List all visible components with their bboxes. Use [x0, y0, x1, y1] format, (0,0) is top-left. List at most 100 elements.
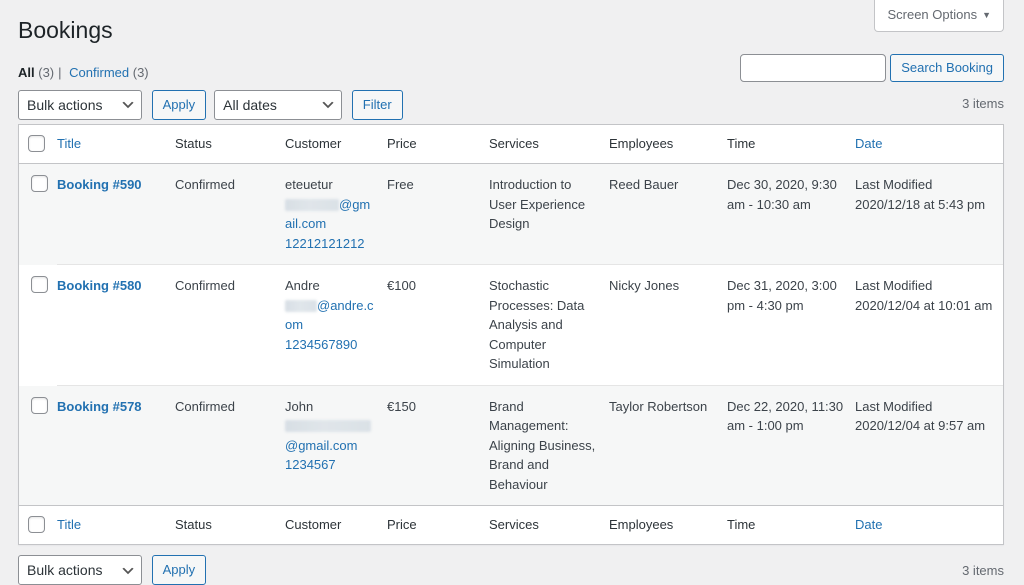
chevron-down-icon: ▼	[982, 10, 991, 20]
view-confirmed-link[interactable]: Confirmed	[69, 65, 129, 80]
date-label: Last Modified	[855, 278, 932, 293]
column-footer-title[interactable]: Title	[57, 505, 175, 544]
customer-email[interactable]: @andre.com	[285, 296, 377, 335]
row-checkbox[interactable]	[31, 175, 48, 192]
cell-status: Confirmed	[175, 164, 285, 265]
column-footer-time: Time	[727, 505, 855, 544]
table-row[interactable]: Booking #578 Confirmed John @gmail.com 1…	[19, 386, 1003, 506]
customer-name: eteuetur	[285, 175, 377, 195]
customer-name: John	[285, 397, 377, 417]
booking-title-link[interactable]: Booking #578	[57, 399, 142, 414]
redacted-text	[285, 420, 371, 432]
cell-time: Dec 30, 2020, 9:30 am - 10:30 am	[727, 164, 855, 265]
select-all-header	[19, 125, 57, 164]
booking-title-link[interactable]: Booking #590	[57, 177, 142, 192]
column-header-title-link[interactable]: Title	[57, 136, 81, 151]
cell-title: Booking #580	[57, 265, 175, 386]
cell-employees: Nicky Jones	[609, 265, 727, 386]
table-row[interactable]: Booking #580 Confirmed Andre @andre.com …	[19, 265, 1003, 386]
row-checkbox[interactable]	[31, 397, 48, 414]
bulk-actions-bottom: Bulk actions Apply	[18, 555, 214, 585]
cell-services: Brand Management: Aligning Business, Bra…	[489, 386, 609, 506]
views-separator: |	[54, 65, 65, 80]
cell-time: Dec 31, 2020, 3:00 pm - 4:30 pm	[727, 265, 855, 386]
items-count-bottom: 3 items	[962, 563, 1004, 578]
cell-customer: John @gmail.com 1234567	[285, 386, 387, 506]
cell-date: Last Modified 2020/12/04 at 9:57 am	[855, 386, 1003, 506]
column-header-date[interactable]: Date	[855, 125, 1003, 164]
column-header-customer: Customer	[285, 125, 387, 164]
column-footer-employees: Employees	[609, 505, 727, 544]
filter-button[interactable]: Filter	[352, 90, 403, 120]
table-foot: Title Status Customer Price Services Emp…	[19, 505, 1003, 544]
cell-status: Confirmed	[175, 386, 285, 506]
table-head: Title Status Customer Price Services Emp…	[19, 125, 1003, 164]
bookings-table: Title Status Customer Price Services Emp…	[18, 124, 1004, 545]
column-header-services: Services	[489, 125, 609, 164]
row-select-cell	[19, 265, 57, 386]
table-row[interactable]: Booking #590 Confirmed eteuetur @gmail.c…	[19, 164, 1003, 265]
bulk-actions-select-top[interactable]: Bulk actions	[18, 90, 142, 120]
tablenav-top: Bulk actions Apply All dates Filter 3 it…	[18, 90, 1004, 120]
view-all-count: (3)	[38, 65, 54, 80]
tablenav-bottom: Bulk actions Apply 3 items	[18, 555, 1004, 585]
screen-options-label: Screen Options	[887, 7, 977, 22]
views-and-search-row: All (3)| Confirmed (3) Search Booking	[18, 52, 1004, 82]
cell-customer: eteuetur @gmail.com 12212121212	[285, 164, 387, 265]
customer-email[interactable]: @gmail.com	[285, 195, 377, 234]
column-footer-services: Services	[489, 505, 609, 544]
column-header-title[interactable]: Title	[57, 125, 175, 164]
redacted-text	[285, 199, 339, 211]
customer-phone[interactable]: 12212121212	[285, 234, 377, 254]
column-footer-price: Price	[387, 505, 489, 544]
apply-button-bottom[interactable]: Apply	[152, 555, 207, 585]
apply-button-top[interactable]: Apply	[152, 90, 207, 120]
bulk-actions-select-bottom[interactable]: Bulk actions	[18, 555, 142, 585]
select-all-checkbox-top[interactable]	[28, 135, 45, 152]
status-filter-links: All (3)| Confirmed (3)	[18, 60, 149, 86]
bulk-actions-top: Bulk actions Apply	[18, 90, 214, 120]
column-footer-date-link[interactable]: Date	[855, 517, 882, 532]
screen-options-toggle[interactable]: Screen Options ▼	[874, 0, 1004, 32]
view-confirmed: Confirmed (3)	[69, 60, 148, 86]
booking-title-link[interactable]: Booking #580	[57, 278, 142, 293]
column-header-price: Price	[387, 125, 489, 164]
date-value: 2020/12/04 at 9:57 am	[855, 418, 985, 433]
view-confirmed-count: (3)	[133, 65, 149, 80]
view-all: All (3)|	[18, 60, 66, 86]
cell-price: €100	[387, 265, 489, 386]
date-value: 2020/12/18 at 5:43 pm	[855, 197, 985, 212]
items-count-top: 3 items	[962, 96, 1004, 111]
table-header-row: Title Status Customer Price Services Emp…	[19, 125, 1003, 164]
row-checkbox[interactable]	[31, 276, 48, 293]
table-footer-row: Title Status Customer Price Services Emp…	[19, 505, 1003, 544]
customer-email[interactable]: @gmail.com	[285, 436, 377, 456]
cell-services: Introduction to User Experience Design	[489, 164, 609, 265]
column-footer-status: Status	[175, 505, 285, 544]
column-header-date-link[interactable]: Date	[855, 136, 882, 151]
row-select-cell	[19, 164, 57, 265]
column-footer-title-link[interactable]: Title	[57, 517, 81, 532]
cell-employees: Reed Bauer	[609, 164, 727, 265]
cell-price: Free	[387, 164, 489, 265]
view-all-link[interactable]: All	[18, 65, 35, 80]
date-filter-select[interactable]: All dates	[214, 90, 342, 120]
column-header-status: Status	[175, 125, 285, 164]
table-body: Booking #590 Confirmed eteuetur @gmail.c…	[19, 164, 1003, 505]
cell-title: Booking #578	[57, 386, 175, 506]
customer-phone[interactable]: 1234567	[285, 455, 377, 475]
column-footer-customer: Customer	[285, 505, 387, 544]
select-all-checkbox-bottom[interactable]	[28, 516, 45, 533]
search-booking-button[interactable]: Search Booking	[890, 54, 1004, 82]
cell-title: Booking #590	[57, 164, 175, 265]
page-wrap: Bookings All (3)| Confirmed (3) Search B…	[0, 0, 1024, 585]
column-footer-date[interactable]: Date	[855, 505, 1003, 544]
cell-time: Dec 22, 2020, 11:30 am - 1:00 pm	[727, 386, 855, 506]
date-label: Last Modified	[855, 399, 932, 414]
cell-services: Stochastic Processes: Data Analysis and …	[489, 265, 609, 386]
cell-employees: Taylor Robertson	[609, 386, 727, 506]
search-box: Search Booking	[740, 54, 1004, 82]
view-confirmed-label: Confirmed	[69, 65, 129, 80]
customer-phone[interactable]: 1234567890	[285, 335, 377, 355]
search-input[interactable]	[740, 54, 886, 82]
